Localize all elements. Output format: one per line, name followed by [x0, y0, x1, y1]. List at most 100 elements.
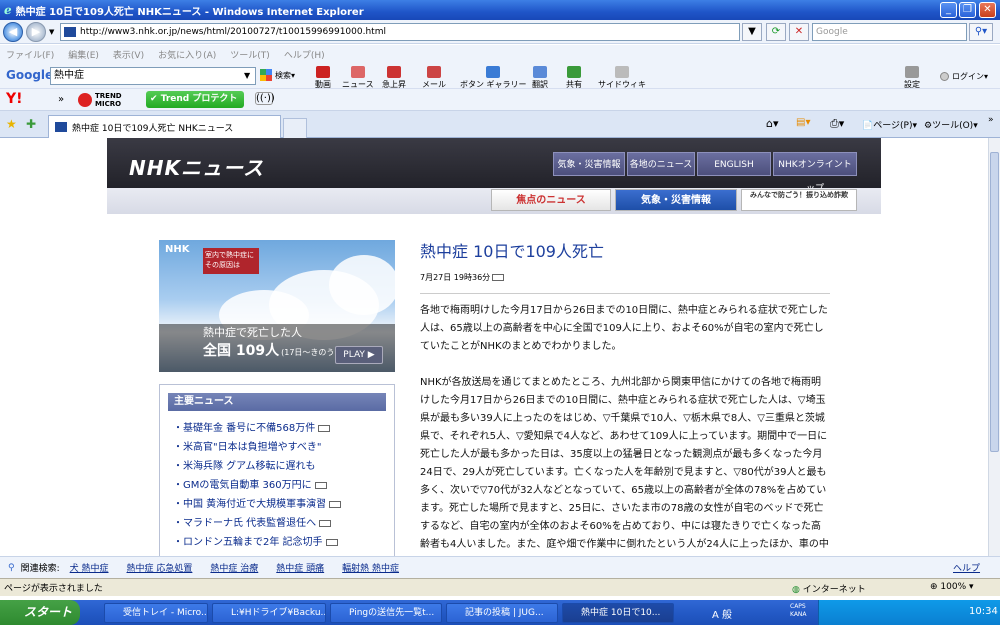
back-button[interactable]: ◀	[3, 21, 23, 42]
vertical-scrollbar[interactable]	[988, 138, 1000, 556]
list-item[interactable]: ・ロンドン五輪まで2年 記念切手	[173, 533, 394, 552]
close-button[interactable]: ✕	[979, 2, 996, 18]
task-button[interactable]: Pingの送信先一覧t...	[330, 603, 442, 623]
nhk-logo[interactable]: NHKニュース	[129, 152, 264, 181]
chevron-more-icon[interactable]: »	[58, 94, 64, 105]
toolbar-translate-label: 翻訳	[532, 80, 548, 89]
search-button[interactable]: ⚲▾	[969, 23, 993, 41]
list-item[interactable]: ・マラドーナ氏 代表監督退任へ	[173, 514, 394, 533]
scrollbar-thumb[interactable]	[990, 152, 999, 452]
related-link[interactable]: 犬 熱中症	[70, 561, 109, 574]
google-login-button[interactable]: ログイン ▾	[940, 71, 988, 82]
nhk-header: NHKニュース 気象・災害情報 各地のニュース ENGLISH NHKオンライン…	[107, 138, 881, 194]
chevron-more-icon[interactable]: »	[988, 115, 994, 125]
window-title: 熱中症 10日で109人死亡 NHKニュース - Windows Interne…	[15, 6, 364, 18]
banner-focus-news[interactable]: 焦点のニュース	[491, 189, 611, 211]
url-dropdown-button[interactable]: ▼	[742, 23, 762, 41]
status-bar: ページが表示されました ◍ インターネット ⊕ 100% ▾	[0, 578, 1000, 596]
forward-button[interactable]: ▶	[26, 21, 46, 42]
minimize-button[interactable]: _	[940, 2, 957, 18]
related-help-link[interactable]: ヘルプ	[953, 561, 980, 574]
refresh-button[interactable]: ⟳	[766, 23, 786, 41]
menu-help[interactable]: ヘルプ(H)	[284, 48, 325, 61]
trend-micro-button[interactable]: TREND MICRO	[78, 92, 131, 108]
menu-favorites[interactable]: お気に入り(A)	[158, 48, 216, 61]
toolbar-mail-button[interactable]: メール	[422, 66, 446, 90]
related-link[interactable]: 熱中症 応急処置	[127, 561, 193, 574]
task-button[interactable]: L:¥Hドライブ¥Backu...	[212, 603, 326, 623]
page-menu-button[interactable]: 📄ページ(P)▾	[862, 118, 917, 131]
list-item[interactable]: ・米高官"日本は負担増やすべき"	[173, 438, 394, 457]
ime-indicator[interactable]: A 般	[712, 606, 732, 621]
radio-wave-icon[interactable]: ((·))	[255, 92, 275, 105]
banner-weather-disaster[interactable]: 気象・災害情報	[615, 189, 737, 211]
main-news-box: 主要ニュース ・基礎年金 番号に不備568万件 ・米高官"日本は負担増やすべき"…	[159, 384, 395, 556]
toolbar-sidewiki-button[interactable]: サイドウィキ	[598, 66, 646, 90]
toolbar-share-button[interactable]: 共有	[566, 66, 582, 90]
google-login-label: ログイン	[952, 72, 984, 81]
google-settings-button[interactable]: 設定	[904, 66, 920, 90]
google-dropdown-icon[interactable]: ▼	[244, 71, 250, 80]
toolbar-translate-button[interactable]: 翻訳	[532, 66, 548, 90]
tab-current-label: 熱中症 10日で109人死亡 NHKニュース	[72, 123, 234, 134]
yahoo-logo[interactable]: Y!	[6, 91, 23, 107]
video-icon	[318, 424, 331, 432]
nav-regional[interactable]: 各地のニュース	[627, 152, 695, 176]
trend-protect-button[interactable]: ✔ Trend プロテクト™	[146, 91, 244, 121]
nav-online-top[interactable]: NHKオンライントップ	[773, 152, 857, 194]
maximize-button[interactable]: ❐	[959, 2, 976, 18]
clock[interactable]: 10:34	[969, 606, 998, 617]
task-button-active[interactable]: 熱中症 10日で10...	[562, 603, 674, 623]
list-item[interactable]: ・中国 黄海付近で大規模軍事演習	[173, 495, 394, 514]
menu-file[interactable]: ファイル(F)	[6, 48, 54, 61]
nav-weather[interactable]: 気象・災害情報	[553, 152, 625, 176]
tools-menu-button[interactable]: ⚙ツール(O)▾	[924, 118, 978, 131]
tab-current[interactable]: 熱中症 10日で109人死亡 NHKニュース	[48, 115, 281, 138]
main-news-header: 主要ニュース	[168, 393, 386, 411]
news-link-text: ロンドン五輪まで2年 記念切手	[183, 537, 323, 548]
toolbar-video-button[interactable]: 動画	[315, 66, 331, 90]
menu-edit[interactable]: 編集(E)	[68, 48, 99, 61]
menu-view[interactable]: 表示(V)	[113, 48, 144, 61]
nav-english[interactable]: ENGLISH	[697, 152, 771, 176]
history-dropdown-icon[interactable]: ▼	[49, 28, 54, 36]
search-input[interactable]: Google	[812, 23, 967, 41]
home-icon[interactable]: ⌂▾	[766, 117, 779, 130]
video-player[interactable]: NHK 室内で熱中症に その原因は 熱中症で死亡した人 全国 109人 (17日～…	[159, 240, 395, 372]
google-search-button[interactable]: 検索 ▾	[260, 69, 295, 81]
toolbar-news-button[interactable]: ニュース	[342, 66, 374, 90]
article-lead: 各地で梅雨明けした今月17日から26日までの10日間に、熱中症とみられる症状で死…	[420, 305, 828, 352]
task-button[interactable]: 受信トレイ - Micro...	[104, 603, 208, 623]
list-item[interactable]: ・基礎年金 番号に不備568万件	[173, 419, 394, 438]
menu-tools[interactable]: ツール(T)	[230, 48, 270, 61]
start-label: スタート	[24, 605, 73, 619]
stop-button[interactable]: ✕	[789, 23, 809, 41]
task-button[interactable]: 記事の投稿 | JUG...	[446, 603, 558, 623]
toolbar-sidewiki-label: サイドウィキ	[598, 80, 646, 89]
feeds-icon[interactable]: ▤▾	[796, 117, 810, 128]
print-icon[interactable]: ⎙▾	[830, 117, 844, 131]
divider	[420, 293, 830, 294]
banner-fraud-prevention[interactable]: みんなで防ごう！振り込め詐欺	[741, 189, 857, 211]
video-nhk-logo: NHK	[165, 244, 190, 255]
add-favorite-icon[interactable]: ✚	[26, 117, 36, 131]
url-input[interactable]: http://www3.nhk.or.jp/news/html/20100727…	[60, 23, 740, 41]
toolbar-trending-button[interactable]: 急上昇	[382, 66, 406, 90]
page-content: NHKニュース 気象・災害情報 各地のニュース ENGLISH NHKオンライン…	[0, 138, 988, 556]
related-link[interactable]: 熱中症 頭痛	[276, 561, 324, 574]
article-date: 7月27日 19時36分	[420, 272, 830, 283]
new-tab-button[interactable]	[283, 118, 307, 138]
google-search-label: 検索	[275, 70, 291, 80]
play-button[interactable]: PLAY ▶	[335, 346, 383, 364]
related-link[interactable]: 熱中症 治療	[210, 561, 258, 574]
google-search-input[interactable]: 熱中症	[50, 67, 256, 85]
related-link[interactable]: 輻射熱 熱中症	[342, 561, 399, 574]
start-button[interactable]: スタート	[0, 600, 80, 625]
plus-icon	[486, 66, 501, 78]
list-item[interactable]: ・GMの電気自動車 360万円に	[173, 476, 394, 495]
list-item[interactable]: ・米海兵隊 グアム移転に遅れも	[173, 457, 394, 476]
zoom-control[interactable]: ⊕ 100% ▾	[930, 582, 974, 592]
favorites-star-icon[interactable]: ★	[6, 117, 17, 131]
toolbar-gallery-button[interactable]: ボタン ギャラリー	[460, 66, 527, 90]
check-icon: ✔	[150, 94, 158, 104]
